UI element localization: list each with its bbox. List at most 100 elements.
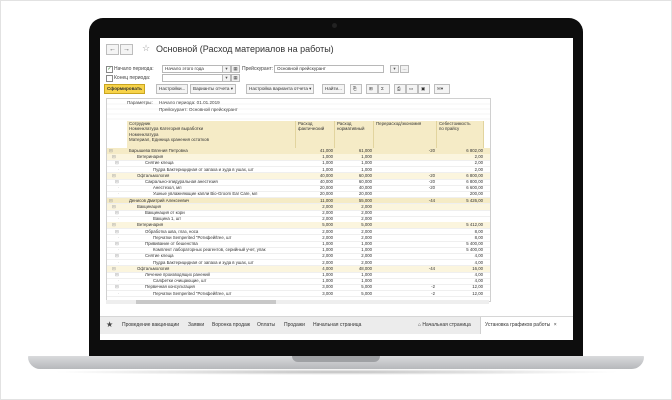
period-end-dropdown[interactable]: ▾: [222, 74, 231, 82]
link-payments[interactable]: Оплаты: [257, 322, 275, 328]
tab-work-schedule[interactable]: Установка графиков работы ×: [480, 317, 573, 334]
collapse-icon[interactable]: ⊟: [115, 160, 119, 166]
row-norm: 2,000: [361, 253, 372, 259]
row-fact: 2,000: [322, 210, 333, 215]
period-end-checkbox[interactable]: [106, 75, 113, 82]
window-title: Основной (Расход материалов на работы): [156, 44, 334, 54]
row-cost: 5 426,00: [466, 197, 483, 203]
period-end-field[interactable]: [162, 74, 224, 82]
collapse-icon[interactable]: ⊟: [112, 173, 116, 179]
collapse-icon[interactable]: ⊟: [115, 179, 119, 185]
row-fact: 11,000: [320, 197, 333, 203]
tab-home-page[interactable]: ⌂ Начальная страница: [414, 317, 471, 334]
row-cost: 2,00: [474, 166, 483, 172]
row-cost: 4,00: [474, 253, 483, 259]
period-start-field[interactable]: Начало этого года: [162, 65, 224, 73]
row-fact: 1,000: [322, 241, 333, 246]
collapse-icon[interactable]: ⊟: [115, 210, 119, 216]
calendar-icon[interactable]: ▦: [231, 65, 240, 73]
favorite-star-icon[interactable]: ☆: [142, 43, 150, 54]
sum-icon[interactable]: Σ: [378, 84, 390, 94]
header-norm-line-2: нормативный: [337, 126, 365, 132]
pricelist-dropdown[interactable]: ▾: [390, 65, 399, 73]
collapse-icon[interactable]: ⊟: [112, 222, 116, 228]
row-name: Ушные увлажняющие капли Bio-Groom Ear Ca…: [153, 191, 258, 197]
row-name: Перчатки Semperited "Ротифей/tree, шт: [153, 234, 232, 240]
header-cost-line-2: по прайсу: [439, 126, 460, 132]
link-sales[interactable]: Продажи: [284, 322, 305, 328]
generate-button[interactable]: Сформировать: [104, 84, 145, 94]
forward-button[interactable]: →: [120, 44, 133, 55]
header-diff-line-1: Перерасход/экономия: [376, 121, 422, 126]
preview-icon[interactable]: ▭: [406, 84, 418, 94]
row-name: Комплект лабораторных реагентов, серийны…: [153, 247, 266, 253]
mail-icon[interactable]: ✉▾: [434, 84, 450, 94]
collapse-icon[interactable]: ⊟: [112, 204, 116, 210]
horizontal-scrollbar[interactable]: [106, 300, 489, 304]
row-fact: 20,000: [319, 185, 333, 191]
row-diff: -44: [428, 265, 435, 271]
back-arrow-icon: ←: [109, 46, 116, 53]
row-cost: 6 800,00: [466, 172, 483, 178]
collapse-icon[interactable]: ⊟: [109, 148, 113, 154]
copy-icon[interactable]: ⎘: [350, 84, 362, 94]
row-name: Вакцинация от кори: [145, 210, 185, 215]
row-norm: 1,000: [361, 278, 372, 284]
close-icon[interactable]: ×: [554, 322, 557, 328]
link-home[interactable]: Начальная страница: [313, 322, 361, 328]
row-name: Пудра Бактерицидная от запаха и зуда в у…: [153, 259, 254, 265]
pricelist-select-button[interactable]: …: [400, 65, 409, 73]
collapse-icon[interactable]: ⊟: [115, 229, 119, 235]
link-sales-funnel[interactable]: Воронка продаж: [212, 322, 250, 328]
variant-setup-button[interactable]: Настройка варианта отчета ▾: [246, 84, 315, 94]
row-name: Ветеринария: [137, 154, 164, 160]
row-diff: -20: [428, 185, 435, 191]
row-cost: 4,00: [474, 259, 483, 265]
row-cost: 2,00: [474, 154, 483, 160]
collapse-icon[interactable]: ⊟: [115, 253, 119, 259]
link-vaccination[interactable]: Проведение вакцинации: [122, 322, 179, 328]
pricelist-field[interactable]: Основной прейскурант: [274, 65, 384, 73]
report-spreadsheet[interactable]: Параметры: Начало периода: 01.01.2019 Пр…: [106, 98, 491, 302]
calendar-icon[interactable]: ▦: [231, 74, 240, 82]
report-variants-button[interactable]: Варианты отчета ▾: [190, 84, 237, 94]
collapse-icon[interactable]: ⊟: [109, 198, 113, 204]
collapse-icon[interactable]: ⊟: [112, 154, 116, 160]
row-fact: 3,000: [322, 290, 333, 296]
collapse-icon[interactable]: ⊟: [112, 266, 116, 272]
params-label: Параметры:: [127, 100, 153, 105]
collapse-icon[interactable]: ⊟: [115, 241, 119, 247]
row-name: Ветеринария: [137, 222, 164, 228]
row-diff: -20: [428, 172, 435, 178]
favorites-star-icon[interactable]: ★: [106, 320, 113, 329]
row-diff: -20: [428, 179, 435, 184]
find-button[interactable]: Найти...: [322, 84, 345, 94]
print-icon[interactable]: ⎙: [394, 84, 406, 94]
scrollbar-thumb[interactable]: [136, 300, 276, 304]
expand-icon[interactable]: ⊞: [366, 84, 378, 94]
row-norm: 1,000: [361, 241, 372, 246]
bottom-panel: ★ Проведение вакцинации Заявки Воронка п…: [100, 316, 573, 334]
row-cost: 6 600,00: [466, 185, 483, 191]
tree-leaf-icon: ·: [118, 290, 120, 296]
param-period: Начало периода: 01.01.2019: [159, 100, 220, 105]
report-header: Сотрудник Номенклатура Категория выработ…: [127, 121, 489, 149]
row-name: Пудра Бактерицидная от запаха и зуда в у…: [153, 166, 254, 172]
row-diff: -2: [431, 290, 435, 296]
header-fact-line-2: фактический: [298, 126, 325, 132]
link-requests[interactable]: Заявки: [188, 322, 204, 328]
period-start-checkbox[interactable]: ✓: [106, 66, 113, 73]
collapse-icon[interactable]: ⊟: [115, 272, 119, 278]
back-button[interactable]: ←: [106, 44, 119, 55]
header-norm: Расход нормативный: [335, 121, 374, 149]
row-fact: 2,000: [322, 234, 333, 240]
period-start-label: Начало периода:: [114, 66, 154, 72]
row-norm: 2,000: [361, 259, 372, 265]
row-norm: 2,000: [361, 234, 372, 240]
save-icon[interactable]: ▣: [418, 84, 430, 94]
table-row[interactable]: · Перчатки Semperited "Ротифей/tree, шт 3,…: [107, 291, 490, 298]
window-titlebar: ← → ☆ Основной (Расход материалов на раб…: [100, 38, 573, 60]
collapse-icon[interactable]: ⊟: [115, 284, 119, 290]
settings-button[interactable]: Настройки...: [156, 84, 189, 94]
period-start-dropdown[interactable]: ▾: [222, 65, 231, 73]
